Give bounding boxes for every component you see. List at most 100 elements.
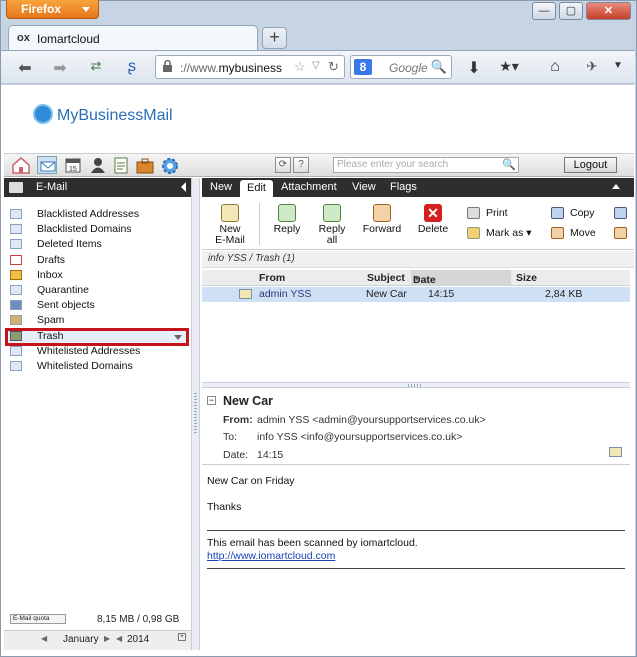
back-arrow-icon[interactable]: ⬅: [14, 58, 36, 78]
help-button[interactable]: ?: [293, 157, 309, 173]
column-subject[interactable]: Subject: [367, 272, 405, 284]
tab-edit[interactable]: Edit: [240, 180, 273, 197]
copy-button[interactable]: Copy: [551, 207, 601, 220]
infostore-icon[interactable]: [135, 156, 155, 174]
folder-item-inbox[interactable]: Inbox: [10, 268, 180, 283]
url-bar[interactable]: ://www.mybusiness ☆ ▽ ↻: [155, 55, 345, 79]
reply-button[interactable]: Reply: [270, 204, 304, 235]
calendar-month: January: [63, 634, 99, 645]
folder-item-blacklisted-addresses[interactable]: Blacklisted Addresses: [10, 207, 180, 222]
new-email-icon: [221, 204, 239, 222]
refresh-button[interactable]: ⟳: [275, 157, 291, 173]
extension-icon[interactable]: ✈: [581, 58, 603, 75]
prev-month-icon[interactable]: ◀: [41, 634, 47, 643]
chevron-down-icon[interactable]: [174, 335, 182, 340]
close-window-button[interactable]: ✕: [586, 2, 631, 20]
table-row[interactable]: admin YSS New Car 14:15 2,84 KB: [202, 287, 630, 302]
collapse-header-icon[interactable]: −: [207, 396, 216, 405]
more-actions-button[interactable]: [614, 207, 628, 220]
folder-label: Inbox: [37, 269, 63, 281]
email-module-icon[interactable]: [37, 156, 57, 174]
folder-label: Sent objects: [37, 299, 95, 311]
folder-item-sent-objects[interactable]: Sent objects: [10, 298, 180, 313]
to-value[interactable]: info YSS <info@yoursupportservices.co.uk…: [257, 431, 462, 443]
folder-item-spam[interactable]: Spam: [10, 313, 180, 328]
more-actions-button-2[interactable]: [614, 227, 628, 240]
tab-view[interactable]: View: [352, 181, 376, 193]
vertical-splitter[interactable]: [191, 178, 200, 650]
folder-item-blacklisted-domains[interactable]: Blacklisted Domains: [10, 222, 180, 237]
folder-item-whitelisted-addresses[interactable]: Whitelisted Addresses: [10, 344, 180, 359]
delete-icon: ✕: [424, 204, 442, 222]
column-size[interactable]: Size: [516, 272, 537, 284]
folder-icon: [10, 361, 22, 371]
iomartcloud-link[interactable]: http://www.iomartcloud.com: [207, 550, 335, 562]
addon-icon[interactable]: ʂ: [121, 58, 143, 76]
print-label: Print: [486, 207, 508, 219]
bookmark-star-icon[interactable]: ☆: [294, 59, 306, 75]
forward-arrow-icon[interactable]: ➡: [49, 58, 71, 78]
move-button[interactable]: Move: [551, 227, 601, 240]
browser-tab[interactable]: ox Iomartcloud: [8, 25, 258, 51]
splitter-grip[interactable]: [408, 384, 422, 387]
folder-item-quarantine[interactable]: Quarantine: [10, 283, 180, 298]
folder-item-trash[interactable]: Trash: [10, 329, 160, 344]
mark-as-button[interactable]: Mark as ▾: [467, 227, 542, 240]
spam-icon: [10, 315, 22, 325]
url-dropdown-icon[interactable]: ▽: [312, 60, 320, 71]
prev-year-icon[interactable]: ◀: [116, 634, 122, 643]
folder-label: Whitelisted Addresses: [37, 345, 141, 357]
from-value[interactable]: admin YSS <admin@yoursupportservices.co.…: [257, 414, 486, 426]
calendar-icon[interactable]: 15: [63, 156, 83, 174]
folder-icon: [10, 239, 22, 249]
search-icon[interactable]: 🔍: [431, 59, 447, 75]
column-from[interactable]: From: [259, 272, 285, 284]
logout-button[interactable]: Logout: [564, 157, 617, 173]
new-tab-button[interactable]: +: [262, 27, 287, 49]
forward-button[interactable]: Forward: [361, 204, 403, 235]
download-icon[interactable]: ⬇: [463, 58, 485, 78]
row-from: admin YSS: [259, 288, 312, 300]
message-subject: New Car: [223, 394, 274, 408]
envelope-icon[interactable]: [609, 447, 622, 457]
new-email-button[interactable]: New E-Mail: [211, 204, 249, 246]
new-email-label-2: E-Mail: [215, 234, 245, 246]
collapse-ribbon-icon[interactable]: [612, 184, 620, 189]
quota-bar: E-Mail quota: [10, 614, 66, 624]
collapse-sidebar-icon[interactable]: [181, 182, 186, 192]
folder-item-drafts[interactable]: Drafts: [10, 253, 180, 268]
reload-icon[interactable]: ↻: [328, 59, 339, 75]
reply-all-button[interactable]: Reply all: [314, 204, 350, 246]
folder-label: Trash: [37, 330, 64, 342]
bookmarks-icon[interactable]: ★▾: [498, 58, 520, 75]
search-icon[interactable]: 🔍: [502, 158, 516, 171]
minimize-button[interactable]: —: [532, 2, 556, 20]
contacts-icon[interactable]: [88, 156, 108, 174]
mini-calendar-bar: ◀ January ▶ ◀ 2014 +: [4, 630, 191, 650]
sidebar-title: E-Mail: [36, 181, 68, 193]
google-icon[interactable]: 8: [354, 59, 372, 75]
sync-icon[interactable]: ⇄: [85, 58, 107, 74]
from-label: From:: [223, 414, 253, 426]
expand-calendar-icon[interactable]: +: [178, 633, 186, 641]
folder-item-whitelisted-domains[interactable]: Whitelisted Domains: [10, 359, 180, 374]
tab-attachment[interactable]: Attachment: [281, 181, 337, 193]
tasks-icon[interactable]: [111, 156, 131, 174]
delete-button[interactable]: ✕ Delete: [415, 204, 451, 235]
browser-search-box[interactable]: 8 Google 🔍: [350, 55, 452, 79]
horizontal-splitter[interactable]: [202, 382, 630, 388]
firefox-menu-button[interactable]: Firefox: [6, 0, 99, 19]
next-month-icon[interactable]: ▶: [104, 634, 110, 643]
app-search-input[interactable]: Please enter your search 🔍: [333, 157, 519, 173]
print-button[interactable]: Print: [467, 207, 517, 220]
splitter-grip[interactable]: [194, 393, 197, 433]
home-icon[interactable]: [11, 156, 31, 174]
home-icon[interactable]: ⌂: [544, 58, 566, 76]
folder-item-deleted-items[interactable]: Deleted Items: [10, 237, 180, 252]
folder-icon: [10, 224, 22, 234]
menu-chevron-icon[interactable]: ▼: [607, 60, 629, 71]
settings-gear-icon[interactable]: [160, 156, 180, 174]
tab-flags[interactable]: Flags: [390, 181, 417, 193]
maximize-button[interactable]: ▢: [559, 2, 583, 20]
tab-new[interactable]: New: [210, 181, 232, 193]
